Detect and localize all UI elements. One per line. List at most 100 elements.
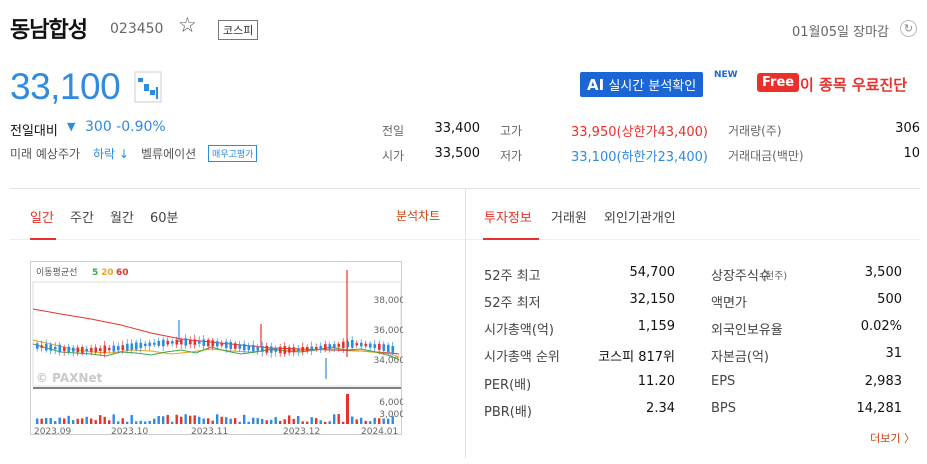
candle-body [108, 347, 111, 351]
volume-bar [36, 418, 39, 424]
volume-bar [166, 414, 169, 424]
candle-body [234, 343, 237, 349]
ai-prefix: AI [587, 76, 605, 94]
change-down-icon: ▼ [67, 120, 76, 133]
tab-60min[interactable]: 60분 [150, 207, 179, 226]
volume-bar [189, 415, 192, 424]
volume-bar [274, 417, 277, 424]
candle-body [193, 339, 197, 345]
valuation-badge[interactable]: 매우고평가 [208, 145, 258, 162]
ai-analysis-button[interactable]: AI 실시간 분석확인 [580, 72, 704, 97]
volume-bar [288, 415, 291, 424]
volume-bar [387, 418, 390, 424]
free-diagnosis-link[interactable]: 이 종목 우료진단 [800, 74, 907, 95]
divider [10, 239, 465, 240]
candle-body [387, 344, 390, 353]
volume-bar [58, 417, 61, 424]
tab-investment-info[interactable]: 투자정보 [484, 207, 532, 226]
candle-body [45, 343, 48, 351]
ma-legend-label: 이동평균선 [36, 267, 77, 278]
volume-bar [364, 420, 367, 424]
volume-bar [45, 418, 48, 424]
candle-body [135, 342, 138, 350]
high-label: 고가 [500, 124, 523, 138]
candle-body [265, 345, 269, 353]
valuation-label: 벨류에이션 [141, 147, 197, 161]
current-price: 33,100 [10, 66, 121, 107]
info-value: 2.34 [646, 401, 675, 416]
info-value: 2,983 [864, 374, 902, 389]
tab-monthly[interactable]: 월간 [110, 207, 134, 226]
candle-body [337, 343, 341, 347]
date-tick: 2024.01 [361, 427, 398, 436]
candle-body [279, 346, 282, 354]
amount-label: 거래대금(백만) [728, 149, 804, 163]
candle-body [202, 339, 206, 346]
amount-value: 10 [903, 146, 920, 161]
volume-bar [342, 421, 345, 424]
stock-code: 023450 [110, 21, 164, 37]
info-label: 시가총액 순위 [484, 350, 560, 365]
info-label: PER(배) [484, 378, 532, 393]
volume-bar [130, 415, 133, 424]
volume-bar [360, 417, 363, 424]
volume-bar [297, 415, 300, 424]
candle-body [144, 343, 147, 347]
candle-body [49, 344, 53, 351]
favorite-star-icon[interactable]: ☆ [178, 15, 197, 36]
candle-body [99, 348, 102, 352]
date-tick: 2023.10 [111, 427, 148, 436]
candle-body [373, 344, 377, 349]
info-value: 코스피 817위 [598, 350, 675, 365]
more-link[interactable]: 더보기 〉 [870, 430, 915, 446]
free-badge[interactable]: Free [757, 73, 800, 92]
info-value: 3,500 [864, 265, 902, 280]
date-tick: 2023.12 [283, 427, 320, 436]
tab-investors[interactable]: 외인기관개인 [604, 207, 676, 226]
volume-bar [261, 418, 264, 424]
forecast-value[interactable]: 하락 ↓ [93, 145, 129, 162]
mini-chart-icon[interactable] [134, 71, 162, 103]
ma5-legend: 5 [92, 268, 98, 278]
volume-bar [247, 421, 250, 424]
change-label: 전일대비 [10, 124, 58, 139]
tab-brokers[interactable]: 거래원 [551, 207, 587, 226]
refresh-icon[interactable]: ↻ [900, 20, 917, 37]
candle-body [274, 347, 278, 352]
active-tab-indicator [30, 238, 56, 240]
candle-body [252, 344, 255, 352]
volume-bar [180, 416, 183, 424]
volume-bar [117, 421, 120, 424]
volume-bar [373, 417, 376, 424]
candle-body [351, 339, 354, 348]
volume-bar [139, 420, 142, 424]
price-tick: 38,000 [374, 296, 404, 306]
tab-daily[interactable]: 일간 [30, 207, 54, 226]
volume-bar [279, 420, 282, 424]
candle-body [94, 347, 98, 353]
volume-bar [54, 421, 57, 424]
info-value: 54,700 [629, 265, 676, 280]
info-label: BPS [711, 401, 737, 416]
volume-bar [193, 415, 196, 424]
date-tick: 2023.09 [34, 427, 71, 436]
volume-bar [148, 420, 151, 424]
info-label: 시가총액(억) [484, 323, 554, 338]
candle-body [283, 346, 287, 354]
candle-body [117, 346, 120, 351]
volume-bar [72, 420, 75, 424]
analysis-chart-link[interactable]: 분석차트 [396, 207, 440, 224]
candle-body [297, 348, 300, 352]
candle-body [333, 344, 336, 348]
tab-weekly[interactable]: 주간 [70, 207, 94, 226]
volume-value: 306 [895, 121, 920, 136]
volume-bar [256, 418, 259, 424]
candle-body [166, 340, 170, 345]
price-chart[interactable]: 이동평균선 5 20 60 38,000 36,000 34,000 © PAX… [30, 261, 404, 436]
candle-body [261, 346, 264, 352]
active-tab-indicator [483, 238, 539, 240]
volume-bar [49, 418, 52, 424]
candle-body [360, 342, 363, 347]
volume-bar [378, 418, 381, 424]
candle-body [207, 339, 210, 347]
